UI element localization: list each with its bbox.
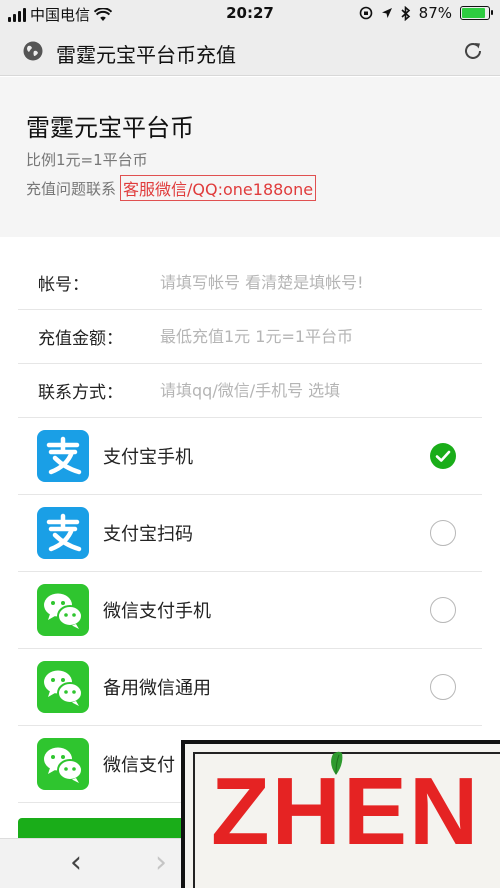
status-bar: 中国电信 20:27 87%: [0, 0, 500, 28]
payment-option-label: 微信支付: [103, 755, 175, 776]
wechat-icon: [37, 584, 89, 636]
payment-option-wechat-backup[interactable]: 备用微信通用: [18, 649, 482, 726]
support-contact-label: 充值问题联系: [26, 179, 117, 198]
alipay-icon: [37, 430, 89, 482]
exchange-ratio: 比例1元=1平台币: [26, 151, 148, 169]
page-title: 雷霆元宝平台币: [26, 114, 194, 142]
nav-bar: 雷霆元宝平台币充值: [0, 28, 500, 76]
payment-option-alipay-mobile[interactable]: 支付宝手机: [18, 418, 482, 495]
contact-row: 联系方式：: [18, 364, 482, 418]
radio-button[interactable]: [430, 597, 456, 623]
forward-button[interactable]: ›: [155, 845, 167, 880]
amount-input[interactable]: [160, 327, 482, 346]
contact-input[interactable]: [160, 381, 482, 400]
amount-row: 充值金额：: [18, 310, 482, 364]
status-right-group: 87%: [359, 4, 493, 22]
alipay-icon: [37, 507, 89, 559]
battery-icon: [460, 6, 493, 20]
payment-option-alipay-scan[interactable]: 支付宝扫码: [18, 495, 482, 572]
account-row: 帐号：: [18, 256, 482, 310]
bluetooth-icon: [401, 5, 410, 21]
orientation-lock-icon: [359, 6, 372, 20]
globe-icon: [23, 41, 43, 61]
battery-percent: 87%: [418, 4, 452, 22]
support-contact-value: 客服微信/QQ:one188one: [120, 175, 317, 201]
recharge-header: 雷霆元宝平台币 比例1元=1平台币 充值问题联系 客服微信/QQ:one188o…: [0, 77, 500, 237]
support-contact: 充值问题联系 客服微信/QQ:one188one: [26, 175, 317, 201]
radio-button[interactable]: [430, 520, 456, 546]
payment-option-label: 支付宝扫码: [103, 524, 193, 545]
refresh-icon[interactable]: [462, 40, 484, 62]
account-input[interactable]: [160, 273, 482, 292]
payment-option-wechat-mobile[interactable]: 微信支付手机: [18, 572, 482, 649]
contact-label: 联系方式：: [38, 383, 123, 403]
account-label: 帐号：: [38, 275, 89, 295]
amount-label: 充值金额：: [38, 329, 123, 349]
watermark-text: ZHEN: [211, 758, 481, 865]
payment-option-label: 支付宝手机: [103, 447, 193, 468]
wechat-icon: [37, 661, 89, 713]
watermark-logo: ZHEN: [181, 740, 500, 888]
nav-title: 雷霆元宝平台币充值: [56, 43, 236, 67]
wechat-icon: [37, 738, 89, 790]
payment-option-label: 备用微信通用: [103, 678, 211, 699]
back-button[interactable]: ‹: [70, 845, 82, 880]
battery-level-fill: [462, 8, 485, 18]
selected-check-icon[interactable]: [430, 443, 456, 469]
radio-button[interactable]: [430, 674, 456, 700]
recharge-form: 帐号： 充值金额： 联系方式：: [18, 256, 482, 418]
location-icon: [381, 7, 392, 18]
payment-option-label: 微信支付手机: [103, 601, 211, 622]
